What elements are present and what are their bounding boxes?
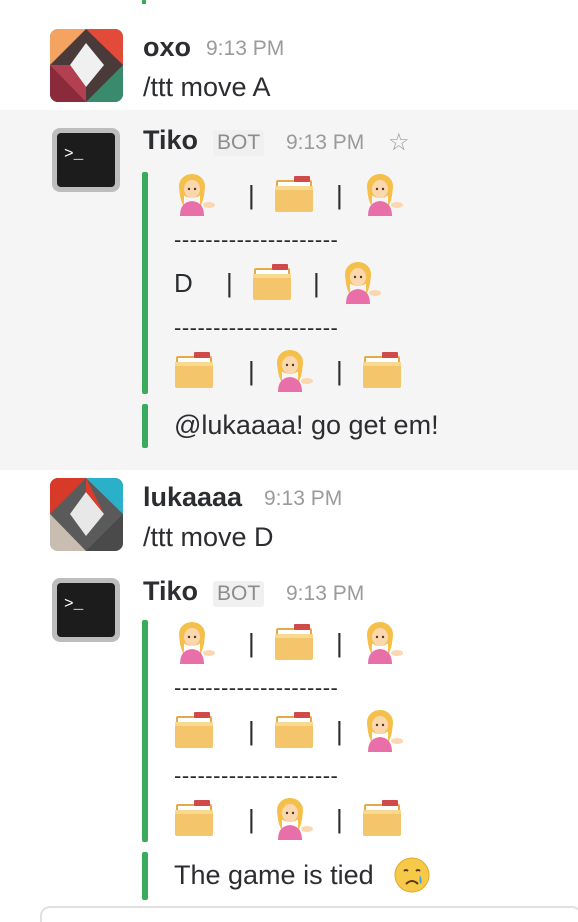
row-separator: --------------------- (174, 675, 339, 700)
message-tiko-1: >_ Tiko BOT 9:13 PM ☆ | | --------------… (0, 110, 578, 470)
timestamp[interactable]: 9:13 PM (206, 37, 284, 61)
pipe-separator: | (336, 628, 343, 658)
avatar[interactable] (50, 478, 123, 551)
pipe-separator: | (248, 628, 255, 658)
row-separator: --------------------- (174, 763, 339, 788)
file-folder-icon (253, 264, 291, 300)
message-oxo: oxo 9:13 PM /ttt move A (0, 18, 578, 110)
person-tipping-hand-icon (367, 710, 403, 752)
author-name[interactable]: oxo (143, 32, 191, 63)
attachment-note: The game is tied (174, 860, 374, 890)
author-name[interactable]: lukaaaa (143, 482, 242, 513)
attachment-bar (142, 404, 148, 448)
person-tipping-hand-icon (179, 622, 215, 664)
pipe-separator: | (248, 356, 255, 386)
message-lukaaaa: lukaaaa 9:13 PM /ttt move D (0, 470, 578, 564)
person-tipping-hand-icon (367, 622, 403, 664)
pipe-separator: | (313, 268, 320, 298)
author-name[interactable]: Tiko (143, 576, 198, 607)
person-tipping-hand-icon (277, 350, 313, 392)
bot-badge: BOT (213, 130, 265, 156)
pipe-separator: | (336, 180, 343, 210)
file-folder-icon (275, 712, 313, 748)
person-tipping-hand-icon (367, 174, 403, 216)
person-tipping-hand-icon (345, 262, 381, 304)
row-separator: --------------------- (174, 315, 339, 340)
svg-text:>_: >_ (64, 145, 84, 163)
message-tiko-2: >_ Tiko BOT 9:13 PM | | ----------------… (0, 564, 578, 904)
timestamp[interactable]: 9:13 PM (286, 582, 364, 606)
attachment-bar (142, 620, 148, 842)
author-name[interactable]: Tiko (143, 125, 198, 156)
timestamp[interactable]: 9:13 PM (264, 487, 342, 511)
file-folder-icon (275, 176, 313, 212)
message-text: /ttt move A (143, 72, 271, 102)
crying-face-icon (394, 857, 430, 893)
message-composer[interactable] (40, 906, 578, 922)
bot-badge: BOT (213, 581, 265, 607)
message-text: /ttt move D (143, 522, 274, 552)
attachment-bar (142, 172, 148, 394)
pipe-separator: | (226, 268, 233, 298)
pipe-separator: | (336, 804, 343, 834)
star-icon[interactable]: ☆ (388, 128, 410, 157)
attachment-bar (142, 852, 148, 900)
file-folder-icon (363, 800, 401, 836)
terminal-icon[interactable]: >_ (50, 574, 123, 647)
attachment-note: @lukaaaa! go get em! (174, 410, 439, 440)
file-folder-icon (175, 800, 213, 836)
pipe-separator: | (248, 716, 255, 746)
file-folder-icon (275, 624, 313, 660)
avatar-image (50, 478, 123, 551)
person-tipping-hand-icon (277, 798, 313, 840)
avatar[interactable] (50, 29, 123, 102)
pipe-separator: | (336, 356, 343, 386)
avatar-image (50, 29, 123, 102)
file-folder-icon (363, 352, 401, 388)
attachment-bar-stub (142, 0, 146, 4)
timestamp[interactable]: 9:13 PM (286, 131, 364, 155)
pipe-separator: | (248, 180, 255, 210)
file-folder-icon (175, 352, 213, 388)
file-folder-icon (175, 712, 213, 748)
person-tipping-hand-icon (179, 174, 215, 216)
pipe-separator: | (248, 804, 255, 834)
terminal-icon[interactable]: >_ (50, 124, 123, 197)
pipe-separator: | (336, 716, 343, 746)
board-cell-letter: D (174, 268, 193, 298)
svg-text:>_: >_ (64, 595, 84, 613)
row-separator: --------------------- (174, 227, 339, 252)
